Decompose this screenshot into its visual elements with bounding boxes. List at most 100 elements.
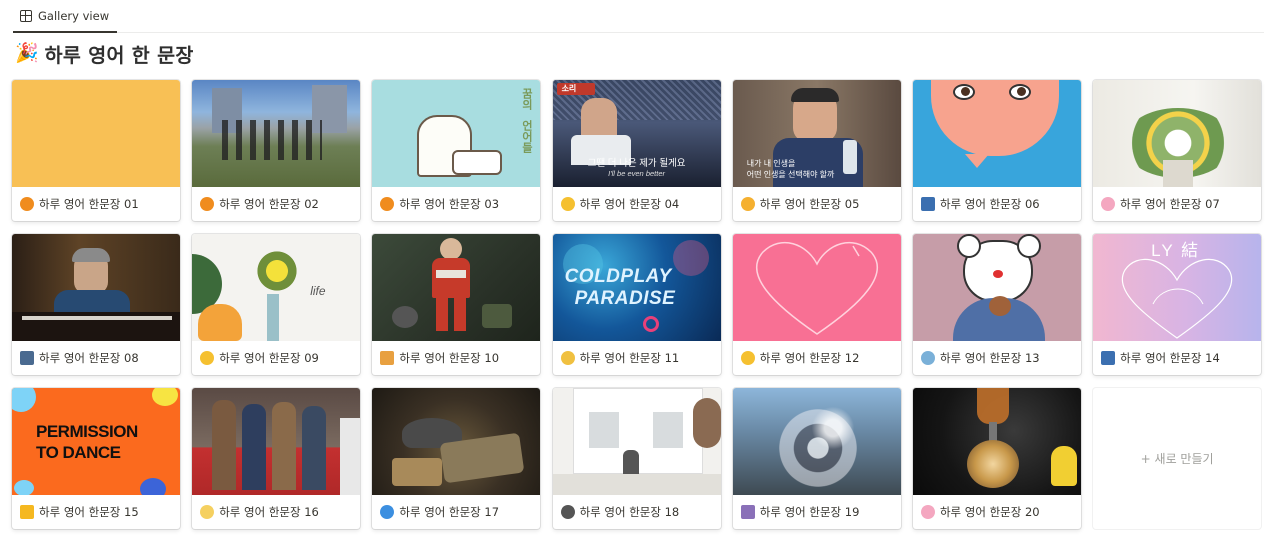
gallery-card[interactable]: 하루 영어 한문장 16	[192, 388, 361, 529]
gallery-card[interactable]: 하루 영어 한문장 20	[912, 388, 1081, 529]
gallery-card[interactable]: 꿈의 언어들 하루 영어 한문장 03	[372, 80, 541, 221]
page-title-text: 하루 영어 한 문장	[44, 43, 194, 67]
cityscape-icon	[20, 351, 34, 365]
card-cover	[372, 234, 541, 341]
card-title: 하루 영어 한문장 14	[1120, 351, 1220, 365]
cherry-blossom-icon	[1101, 197, 1116, 211]
night-scene-icon	[920, 197, 935, 211]
card-cover: COLDPLAY PARADISE	[552, 234, 721, 341]
card-title: 하루 영어 한문장 15	[39, 505, 139, 519]
card-caption: 하루 영어 한문장 15	[12, 495, 180, 529]
moon-face-icon	[200, 505, 215, 519]
card-caption: 하루 영어 한문장 03	[372, 187, 540, 221]
card-caption: 하루 영어 한문장 06	[913, 187, 1081, 221]
card-title: 하루 영어 한문장 16	[219, 505, 319, 519]
gallery-card[interactable]: 하루 영어 한문장 02	[192, 80, 361, 221]
card-cover	[912, 80, 1081, 187]
card-caption: 하루 영어 한문장 02	[192, 187, 360, 221]
card-title: 하루 영어 한문장 18	[579, 505, 680, 519]
card-caption: 하루 영어 한문장 19	[733, 495, 901, 529]
card-caption: 하루 영어 한문장 17	[372, 495, 540, 529]
gallery-card[interactable]: 내가 내 인생을 어떤 인생을 선택해야 할까 하루 영어 한문장 05	[732, 80, 901, 221]
orange-icon	[200, 197, 215, 211]
card-cover	[372, 388, 541, 495]
new-moon-icon	[560, 505, 575, 519]
card-caption: 하루 영어 한문장 12	[733, 341, 901, 375]
card-caption: 하루 영어 한문장 05	[733, 187, 901, 221]
gallery-card[interactable]: 하루 영어 한문장 13	[912, 234, 1081, 375]
card-title: 하루 영어 한문장 17	[399, 505, 500, 519]
gallery-card[interactable]: 하루 영어 한문장 08	[12, 234, 180, 375]
card-caption: 하루 영어 한문장 16	[192, 495, 360, 529]
card-caption: 하루 영어 한문장 13	[913, 341, 1081, 375]
gallery-card[interactable]: 하루 영어 한문장 12	[732, 234, 901, 375]
gallery-card[interactable]: 하루 영어 한문장 06	[912, 80, 1081, 221]
cover-text: PARADISE	[574, 288, 676, 309]
card-title: 하루 영어 한문장 05	[759, 197, 860, 211]
star-icon	[20, 505, 34, 519]
gallery-card[interactable]: 하루 영어 한문장 18	[552, 388, 721, 529]
card-cover	[12, 234, 180, 341]
heart-line-art	[755, 241, 878, 335]
card-caption: 하루 영어 한문장 10	[372, 341, 540, 375]
card-caption: 하루 영어 한문장 04	[553, 187, 721, 221]
night-scene-icon	[1101, 351, 1116, 365]
card-title: 하루 영어 한문장 04	[579, 197, 680, 211]
cover-text: life	[310, 284, 326, 298]
blue-circle-icon	[380, 505, 395, 519]
cover-text: 어떤 인생을 선택해야 할까	[746, 170, 835, 179]
cover-text: 소리	[561, 84, 577, 93]
cover-text: 내가 내 인생을	[746, 159, 796, 168]
card-cover: 꿈의 언어들	[372, 80, 541, 187]
gallery-card[interactable]: 하루 영어 한문장 17	[372, 388, 541, 529]
gallery-card[interactable]: life 하루 영어 한문장 09	[192, 234, 361, 375]
grid-icon	[20, 9, 32, 22]
cover-text: 그땐 더 나은 제가 될게요	[587, 158, 686, 169]
gallery-card[interactable]: PERMISSION TO DANCE 하루 영어 한문장 15	[12, 388, 180, 529]
view-tab-bar: Gallery view	[13, 0, 1264, 33]
card-caption: 하루 영어 한문장 08	[12, 341, 180, 375]
card-caption: 하루 영어 한문장 01	[12, 187, 180, 221]
card-title: 하루 영어 한문장 09	[219, 351, 319, 365]
card-cover	[1093, 80, 1262, 187]
carousel-horse-icon	[740, 505, 755, 519]
gallery-card[interactable]: 소리 그땐 더 나은 제가 될게요 I'll be even better 하루…	[552, 80, 721, 221]
card-title: 하루 영어 한문장 01	[39, 197, 139, 211]
card-title: 하루 영어 한문장 20	[939, 505, 1040, 519]
cherry-blossom-icon	[920, 505, 935, 519]
cover-text: TO DANCE	[36, 443, 121, 462]
cover-text: COLDPLAY	[564, 266, 672, 287]
card-cover: LY 結	[1093, 234, 1262, 341]
card-title: 하루 영어 한문장 07	[1120, 197, 1220, 211]
card-caption: 하루 영어 한문장 09	[192, 341, 360, 375]
gallery-card[interactable]: 하루 영어 한문장 10	[372, 234, 541, 375]
card-cover	[192, 388, 361, 495]
new-page-card[interactable]: + 새로 만들기	[1093, 388, 1262, 529]
gallery-card[interactable]: 하루 영어 한문장 19	[732, 388, 901, 529]
cover-text: PERMISSION	[36, 422, 138, 441]
tab-label: Gallery view	[38, 8, 110, 23]
card-cover	[192, 80, 361, 187]
gallery-card[interactable]: 하루 영어 한문장 07	[1093, 80, 1262, 221]
gallery-card[interactable]: COLDPLAY PARADISE 하루 영어 한문장 11	[552, 234, 721, 375]
gallery-card[interactable]: LY 結 하루 영어 한문장 14	[1093, 234, 1262, 375]
card-title: 하루 영어 한문장 11	[579, 351, 680, 365]
card-caption: 하루 영어 한문장 14	[1093, 341, 1261, 375]
card-title: 하루 영어 한문장 03	[399, 197, 500, 211]
card-caption: 하루 영어 한문장 07	[1093, 187, 1261, 221]
party-popper-icon: 🎉	[15, 41, 39, 64]
card-cover: PERMISSION TO DANCE	[12, 388, 180, 495]
cover-text: 언어들	[520, 120, 533, 153]
card-cover	[732, 234, 901, 341]
new-page-label: + 새로 만들기	[1140, 452, 1214, 466]
hearts-face-icon	[740, 197, 755, 211]
card-cover: 내가 내 인생을 어떤 인생을 선택해야 할까	[732, 80, 901, 187]
smiling-face-icon	[560, 197, 575, 211]
gallery-card[interactable]: 하루 영어 한문장 01	[12, 80, 180, 221]
cover-text: 꿈의	[520, 88, 533, 110]
card-title: 하루 영어 한문장 06	[939, 197, 1040, 211]
card-title: 하루 영어 한문장 02	[219, 197, 319, 211]
card-cover	[732, 388, 901, 495]
tab-gallery-view[interactable]: Gallery view	[13, 0, 118, 33]
card-caption: 하루 영어 한문장 11	[553, 341, 721, 375]
